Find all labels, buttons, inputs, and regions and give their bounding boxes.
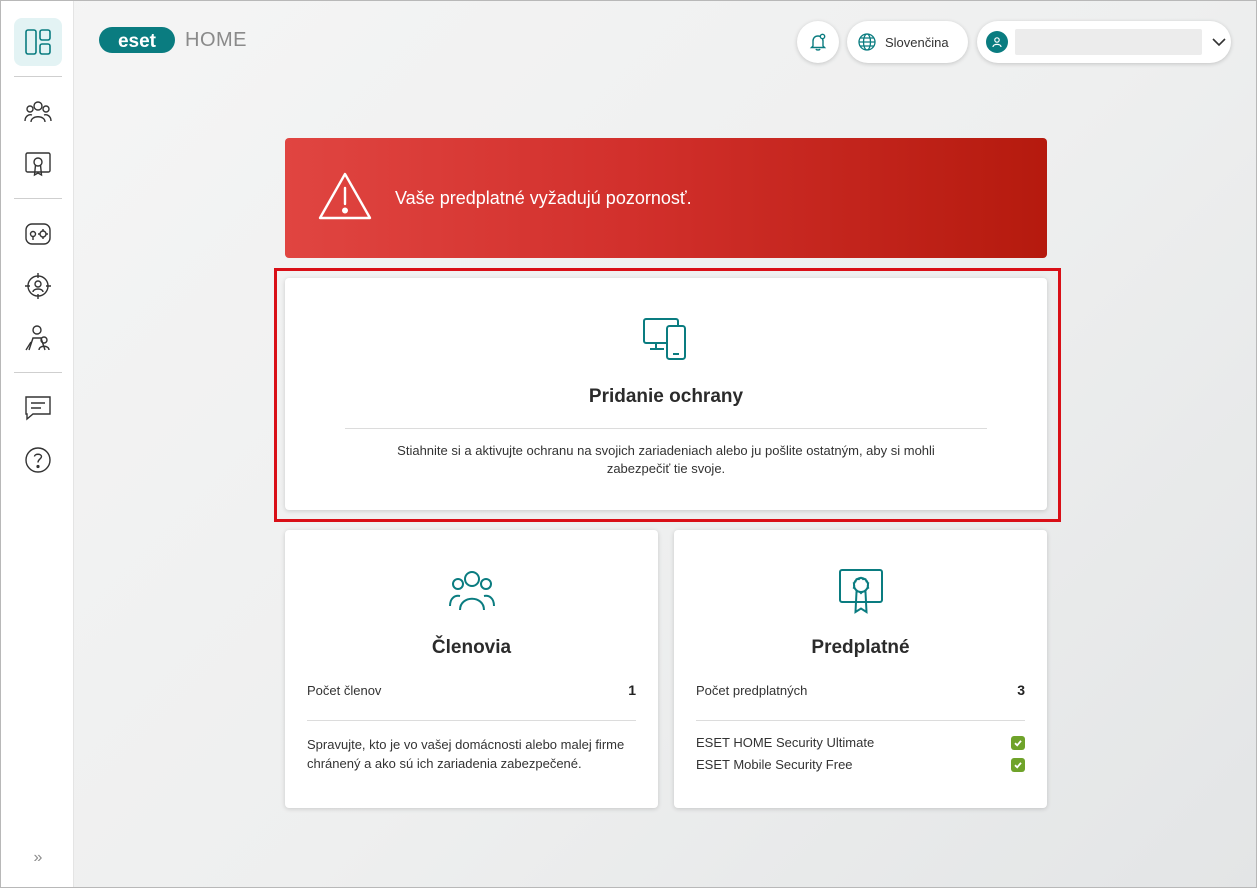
add-protection-description: Stiahnite si a aktivujte ochranu na svoj…: [397, 443, 935, 476]
alert-text: Vaše predplatné vyžadujú pozornosť.: [395, 187, 692, 208]
members-card[interactable]: Členovia Počet členov 1 Spravujte, kto j…: [285, 530, 658, 808]
members-icon: [24, 101, 52, 123]
language-selector[interactable]: Slovenčina: [847, 21, 968, 63]
sidebar-item-members[interactable]: [14, 88, 62, 136]
language-label: Slovenčina: [885, 34, 949, 50]
user-menu[interactable]: [977, 21, 1231, 63]
subscriptions-count-row: Počet predplatných 3: [696, 682, 1025, 698]
sidebar-separator: [14, 372, 62, 373]
device-settings-icon: [25, 223, 51, 245]
app-window: » eset HOME Slovenčina Vaše predplatné v…: [0, 0, 1257, 888]
eset-logo-icon: eset: [99, 27, 175, 53]
members-icon: [448, 571, 495, 611]
sidebar: »: [1, 1, 74, 887]
dashboard-icon: [25, 29, 51, 55]
notifications-button[interactable]: [797, 21, 839, 63]
add-protection-card[interactable]: Pridanie ochrany Stiahnite si a aktivujt…: [285, 278, 1047, 510]
divider: [307, 720, 636, 721]
bell-icon: [809, 33, 827, 51]
help-icon: [25, 447, 51, 473]
members-count-label: Počet členov: [307, 682, 382, 698]
sidebar-item-device-settings[interactable]: [14, 210, 62, 258]
members-description: Spravujte, kto je vo vašej domácnosti al…: [307, 737, 625, 771]
sidebar-separator: [14, 76, 62, 77]
avatar: [986, 31, 1008, 53]
anti-theft-icon: [25, 273, 51, 299]
subscription-name: ESET Mobile Security Free: [696, 757, 853, 772]
divider: [696, 720, 1025, 721]
parental-control-icon: [25, 325, 50, 351]
subscription-name: ESET HOME Security Ultimate: [696, 735, 875, 750]
subscriptions-icon: [25, 152, 51, 177]
logo-home-text: HOME: [185, 28, 247, 51]
subscriptions-title: Predplatné: [811, 637, 910, 658]
chevron-down-icon: [1212, 38, 1226, 47]
subscriptions-card[interactable]: Predplatné Počet predplatných 3 ESET HOM…: [674, 530, 1047, 808]
feedback-icon: [25, 396, 51, 421]
user-icon: [992, 37, 1002, 48]
devices-icon: [643, 318, 686, 360]
globe-icon: [858, 33, 876, 51]
certificate-icon: [838, 569, 883, 614]
members-count-value: 1: [628, 682, 636, 698]
sidebar-item-dashboard[interactable]: [14, 18, 62, 66]
members-title: Členovia: [431, 637, 512, 658]
check-icon: [1011, 735, 1025, 750]
sidebar-expand-button[interactable]: »: [25, 846, 51, 870]
eset-home-logo[interactable]: eset HOME: [99, 23, 247, 57]
check-icon: [1011, 757, 1025, 772]
sidebar-item-subscriptions[interactable]: [14, 140, 62, 188]
svg-text:eset: eset: [118, 31, 157, 52]
sidebar-item-parental-control[interactable]: [14, 314, 62, 362]
divider: [345, 428, 987, 429]
subscription-alert-banner[interactable]: Vaše predplatné vyžadujú pozornosť.: [285, 138, 1047, 258]
sidebar-item-anti-theft[interactable]: [14, 262, 62, 310]
sidebar-item-help[interactable]: [14, 436, 62, 484]
user-name-redacted: [1015, 29, 1202, 55]
warning-icon: [318, 172, 372, 219]
subscription-item[interactable]: ESET HOME Security Ultimate: [696, 735, 1025, 750]
sidebar-separator: [14, 198, 62, 199]
subscription-item[interactable]: ESET Mobile Security Free: [696, 757, 1025, 772]
add-protection-title: Pridanie ochrany: [588, 386, 744, 407]
members-count-row: Počet členov 1: [307, 682, 636, 698]
sidebar-item-feedback[interactable]: [14, 384, 62, 432]
subscriptions-count-value: 3: [1017, 682, 1025, 698]
subscriptions-count-label: Počet predplatných: [696, 682, 808, 698]
